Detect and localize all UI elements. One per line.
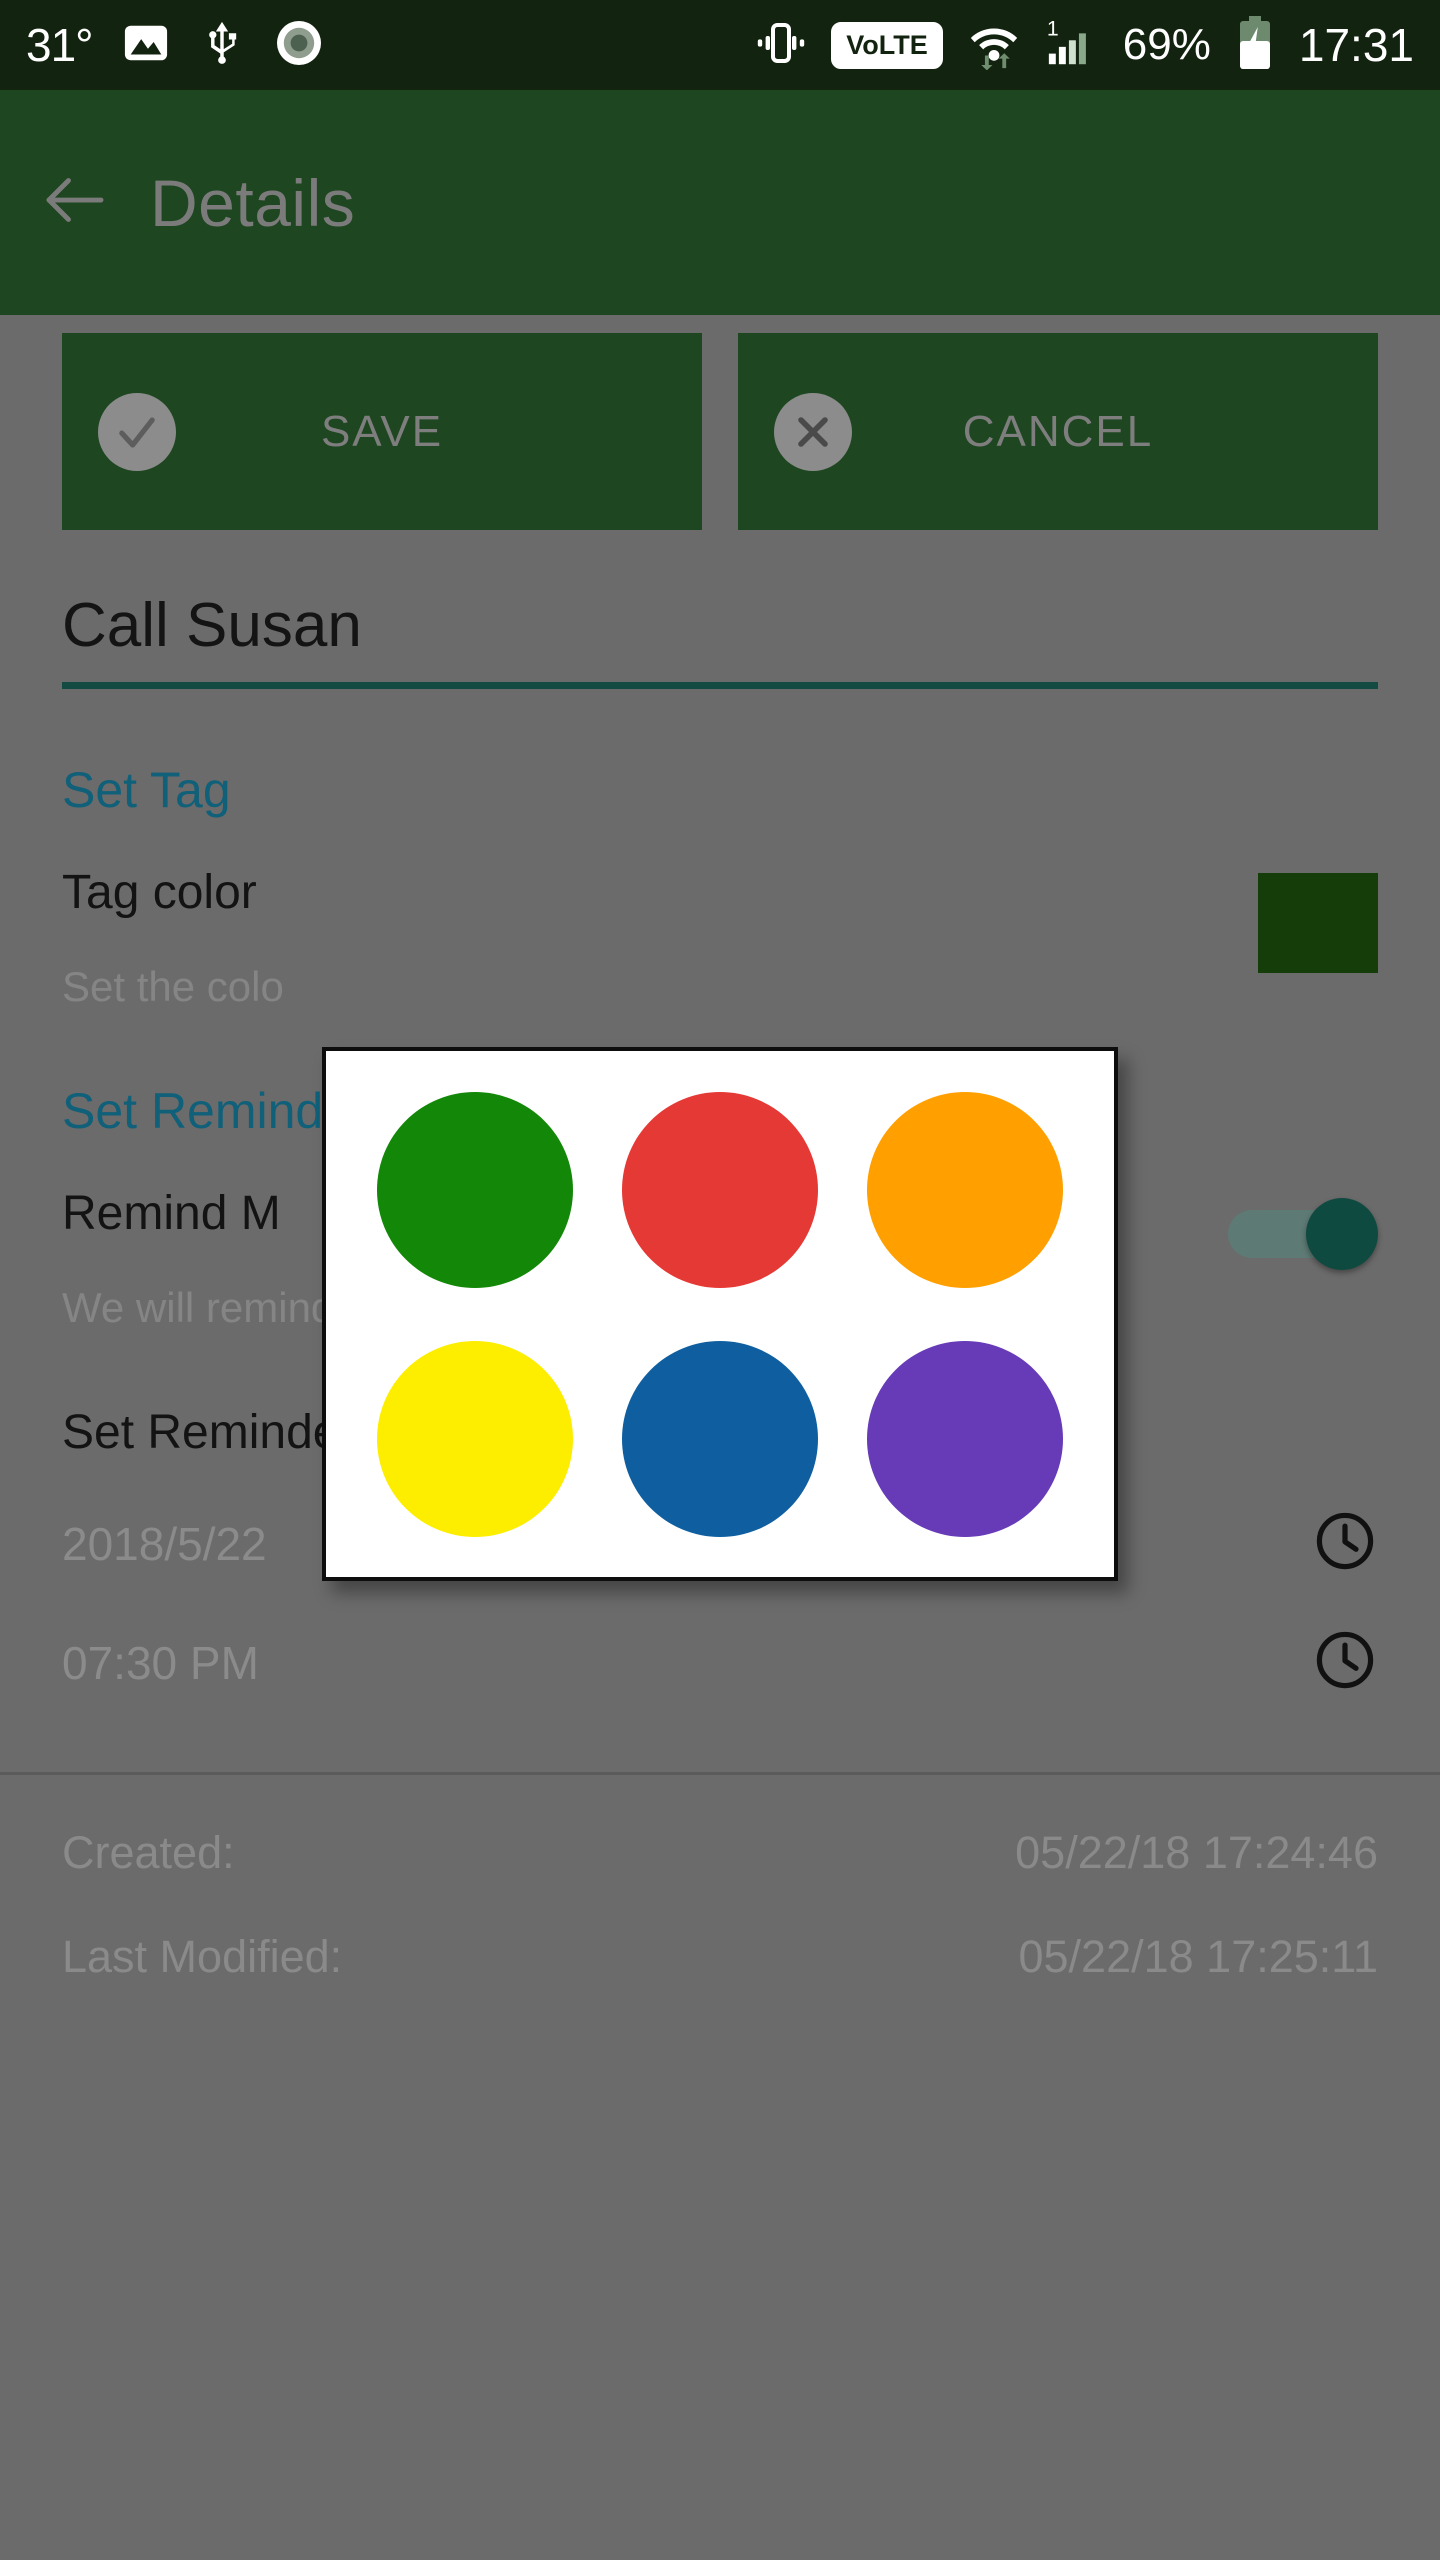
task-title-underline [62, 682, 1378, 690]
back-button[interactable] [0, 161, 150, 244]
color-option-blue[interactable] [621, 1340, 818, 1537]
check-circle-icon [98, 392, 176, 471]
tag-color-text: Tag color Set the colo [62, 866, 1258, 1010]
tag-color-subtitle: Set the colo [62, 962, 284, 1010]
battery-percent-label: 69% [1122, 20, 1211, 69]
status-bar: 31° VoLTE 1 69% 17:31 [0, 0, 1440, 90]
status-bar-left: 31° [26, 19, 323, 72]
tag-color-row[interactable]: Tag color Set the colo [62, 866, 1378, 1010]
status-bar-clock: 17:31 [1298, 19, 1414, 71]
vibrate-icon [755, 17, 807, 74]
color-option-orange[interactable] [867, 1091, 1064, 1288]
cellular-signal-icon: 1 [1045, 16, 1099, 75]
created-value: 05/22/18 17:24:46 [1015, 1827, 1378, 1879]
last-modified-value: 05/22/18 17:25:11 [1018, 1931, 1379, 1983]
reminder-date-value: 2018/5/22 [62, 1517, 267, 1570]
remind-me-toggle[interactable] [1228, 1198, 1378, 1271]
record-icon [275, 19, 323, 72]
battery-charging-icon [1235, 15, 1275, 76]
volte-badge: VoLTE [831, 21, 943, 69]
usb-icon [199, 20, 245, 71]
color-picker-dialog[interactable] [322, 1047, 1118, 1581]
app-bar: Details [0, 90, 1440, 315]
color-option-red[interactable] [621, 1091, 818, 1288]
clock-icon[interactable] [1312, 1627, 1378, 1698]
save-button[interactable]: SAVE [62, 333, 702, 530]
color-option-yellow[interactable] [376, 1340, 573, 1537]
photo-icon [123, 20, 169, 71]
arrow-left-icon [36, 161, 114, 244]
color-option-green[interactable] [376, 1091, 573, 1288]
reminder-time-row[interactable]: 07:30 PM [62, 1627, 1378, 1698]
tag-color-swatch[interactable] [1258, 873, 1378, 974]
color-option-purple[interactable] [867, 1340, 1064, 1537]
svg-text:1: 1 [1047, 17, 1059, 40]
cancel-button[interactable]: CANCEL [738, 333, 1378, 530]
last-modified-row: Last Modified: 05/22/18 17:25:11 [62, 1931, 1378, 1983]
created-label: Created: [62, 1827, 235, 1879]
tag-color-title: Tag color [62, 866, 257, 920]
color-swatch-grid [352, 1065, 1088, 1563]
status-bar-right: VoLTE 1 69% 17:31 [755, 15, 1414, 76]
action-button-row: SAVE CANCEL [0, 315, 1440, 530]
toggle-thumb [1306, 1198, 1378, 1271]
clock-icon[interactable] [1312, 1508, 1378, 1579]
section-header-set-tag: Set Tag [62, 762, 231, 819]
meta-divider [0, 1772, 1440, 1776]
task-title-field[interactable]: Call Susan [62, 591, 1378, 690]
created-row: Created: 05/22/18 17:24:46 [62, 1827, 1378, 1879]
close-circle-icon [774, 392, 852, 471]
wifi-icon [967, 16, 1021, 75]
last-modified-label: Last Modified: [62, 1931, 343, 1983]
page-title: Details [150, 165, 356, 240]
task-title-input[interactable]: Call Susan [62, 591, 1378, 682]
temperature-indicator: 31° [26, 19, 94, 71]
reminder-time-value: 07:30 PM [62, 1636, 259, 1689]
